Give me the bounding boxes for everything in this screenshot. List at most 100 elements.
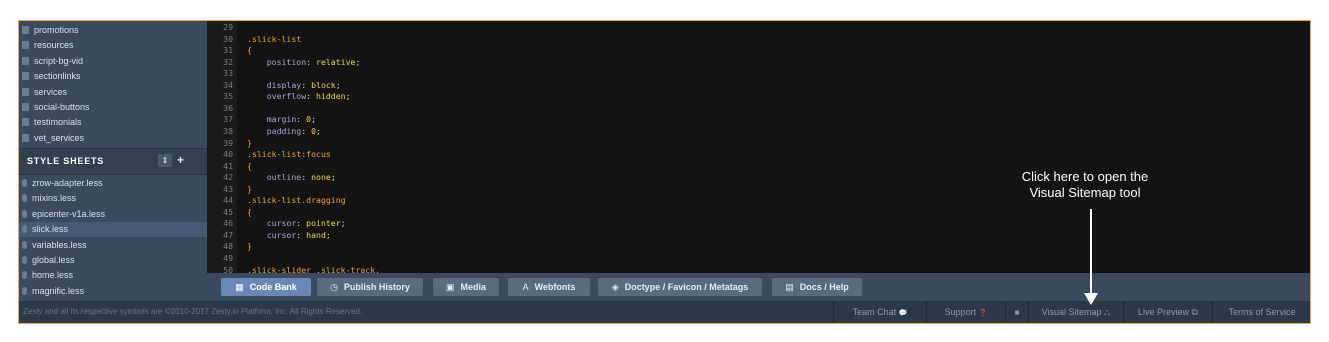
help-icon: ❓ bbox=[978, 310, 988, 317]
line-number: 46 bbox=[223, 218, 233, 229]
style-sheet-item[interactable]: epicenter-v1a.less bbox=[19, 207, 207, 222]
code-line: cursor: pointer; bbox=[247, 219, 346, 228]
file-item[interactable]: promotions bbox=[19, 23, 207, 38]
clock-icon: ◷ bbox=[330, 282, 338, 292]
file-item[interactable]: resources bbox=[19, 38, 207, 53]
style-sheets-header: STYLE SHEETS ⇕ + bbox=[19, 148, 207, 175]
style-sheet-item[interactable]: global.less bbox=[19, 253, 207, 268]
line-number: 49 bbox=[223, 253, 233, 263]
annotation-callout: Click here to open the Visual Sitemap to… bbox=[979, 169, 1191, 201]
video-button[interactable]: ■ bbox=[1005, 301, 1028, 323]
code-token: position bbox=[247, 56, 307, 67]
code-token: cursor bbox=[247, 218, 297, 229]
code-token: : bbox=[296, 229, 307, 240]
style-sheet-item[interactable]: mixins.less bbox=[19, 191, 207, 206]
style-sheet-item[interactable]: home.less bbox=[19, 268, 207, 283]
visual-sitemap-button[interactable]: Visual Sitemap ⛬ bbox=[1028, 301, 1123, 323]
media-button[interactable]: ▣ Media bbox=[433, 278, 499, 296]
file-item[interactable]: testimonials bbox=[19, 115, 207, 130]
support-button[interactable]: Support ❓ bbox=[926, 301, 1005, 323]
code-line: display: block; bbox=[247, 79, 341, 90]
code-line: .slick-list:focus bbox=[247, 150, 331, 159]
publish-history-button[interactable]: ◷ Publish History bbox=[317, 278, 423, 296]
folder-icon bbox=[22, 103, 29, 111]
line-number: 33 bbox=[223, 68, 233, 79]
line-number: 37 bbox=[223, 114, 233, 125]
code-line: position: relative; bbox=[247, 56, 361, 67]
code-line: overflow: hidden; bbox=[247, 92, 351, 101]
code-line: cursor: hand; bbox=[247, 229, 331, 240]
file-item[interactable]: sectionlinks bbox=[19, 69, 207, 84]
annotation-line-2: Visual Sitemap tool bbox=[1029, 185, 1141, 200]
code-line: .slick-list bbox=[247, 34, 301, 44]
bulb-icon bbox=[22, 271, 27, 280]
support-label: Support bbox=[944, 307, 977, 317]
style-sheets-title: STYLE SHEETS bbox=[27, 156, 105, 166]
code-token: ; bbox=[340, 218, 346, 229]
add-style-sheet-icon[interactable]: + bbox=[177, 153, 184, 167]
team-chat-button[interactable]: Team Chat 💬 bbox=[833, 301, 926, 323]
code-token: hand bbox=[306, 229, 326, 240]
webfonts-button[interactable]: A Webfonts bbox=[508, 278, 590, 296]
code-line: outline: none; bbox=[247, 173, 336, 182]
code-token: ; bbox=[345, 91, 351, 102]
code-token: } bbox=[247, 183, 252, 194]
code-line: { bbox=[247, 160, 252, 171]
toolbar-button-label: Doctype / Favicon / Metatags bbox=[624, 282, 749, 292]
annotation-line-1: Click here to open the bbox=[1021, 169, 1149, 184]
folder-icon bbox=[22, 133, 29, 142]
style-sheet-label: home.less bbox=[32, 270, 74, 281]
code-token: { bbox=[247, 160, 252, 171]
terms-of-service-link[interactable]: Terms of Service bbox=[1212, 301, 1310, 323]
file-item-label: sectionlinks bbox=[34, 71, 81, 82]
code-bank-button[interactable]: ▦ Code Bank bbox=[221, 278, 311, 296]
sort-icon[interactable]: ⇕ bbox=[158, 154, 172, 167]
code-editor[interactable]: 29 30 31 32 33 34 35 36 37 38 39 40 41 42 43 44 45 46 47 48… bbox=[207, 21, 1310, 274]
style-sheet-label: slick.less bbox=[32, 224, 69, 235]
line-number: 29 bbox=[223, 22, 233, 32]
code-line: .slick-list.dragging bbox=[247, 196, 346, 205]
code-token: : bbox=[301, 172, 312, 183]
doctype-favicon-metatags-button[interactable]: ◈ Doctype / Favicon / Metatags bbox=[598, 278, 762, 296]
line-number: 42 bbox=[223, 172, 233, 183]
code-token: : bbox=[301, 79, 312, 90]
line-number: 34 bbox=[223, 79, 233, 90]
file-item[interactable]: script-bg-vid bbox=[19, 54, 207, 69]
line-number: 31 bbox=[223, 45, 233, 56]
code-token: pointer bbox=[306, 218, 341, 229]
team-chat-label: Team Chat bbox=[852, 307, 897, 317]
folder-icon bbox=[22, 118, 29, 127]
file-item[interactable]: vet_services bbox=[19, 131, 207, 146]
code-line: padding: 0; bbox=[247, 126, 321, 136]
file-item-label: resources bbox=[34, 40, 74, 51]
grid-icon: ▦ bbox=[235, 282, 244, 292]
bulb-icon bbox=[22, 179, 27, 187]
toolbar-button-label: Media bbox=[460, 282, 487, 292]
app-window: promotions resources script-bg-vid sectionl… bbox=[18, 20, 1311, 324]
style-sheet-item[interactable]: magnific.less bbox=[19, 284, 207, 299]
bulb-icon bbox=[22, 256, 27, 264]
external-window-icon: ⧉ bbox=[1191, 307, 1198, 317]
file-item[interactable]: social-buttons bbox=[19, 100, 207, 115]
line-number: 43 bbox=[223, 183, 233, 194]
folder-icon bbox=[22, 26, 29, 34]
line-number: 35 bbox=[223, 91, 233, 102]
file-item-label: testimonials bbox=[34, 117, 82, 128]
code-token: { bbox=[247, 45, 252, 56]
live-preview-button[interactable]: Live Preview ⧉ bbox=[1123, 301, 1212, 323]
line-number: 32 bbox=[223, 56, 233, 67]
code-token: ; bbox=[330, 172, 336, 183]
style-sheet-item[interactable]: slick.less bbox=[19, 222, 207, 238]
folder-icon bbox=[22, 87, 29, 96]
status-footer: Zesty and all its respective symbols are… bbox=[19, 301, 1310, 323]
toolbar-button-label: Code Bank bbox=[249, 282, 297, 292]
docs-help-button[interactable]: ▤ Docs / Help bbox=[772, 278, 862, 296]
style-sheet-item[interactable]: zrow-adapter.less bbox=[19, 176, 207, 191]
style-sheet-item[interactable]: variables.less bbox=[19, 238, 207, 253]
folder-icon bbox=[22, 72, 29, 81]
line-number: 39 bbox=[223, 137, 233, 148]
folder-icon bbox=[22, 56, 29, 65]
file-item[interactable]: services bbox=[19, 85, 207, 100]
code-token: display bbox=[247, 79, 302, 90]
code-token: } bbox=[247, 137, 252, 148]
